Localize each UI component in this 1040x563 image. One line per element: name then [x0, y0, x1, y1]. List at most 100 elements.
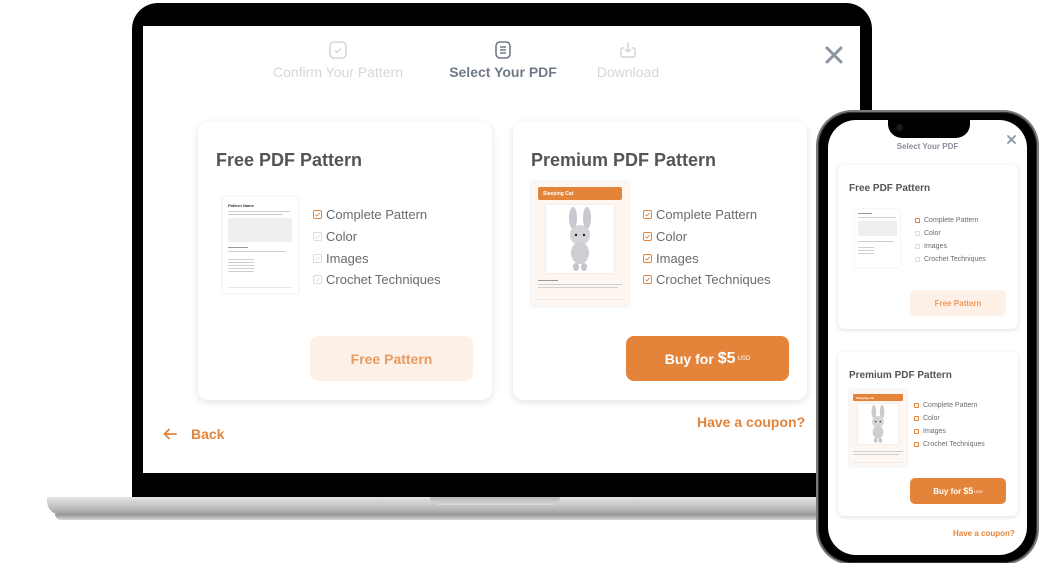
doc-line — [858, 250, 874, 251]
checkbox-checked-icon — [914, 442, 919, 447]
laptop-hinge-notch — [430, 497, 560, 505]
card-title: Free PDF Pattern — [849, 183, 931, 194]
mobile-modal: Select Your PDF Free PDF Pattern Complet… — [828, 120, 1027, 555]
feature-item: Complete Pattern — [643, 204, 771, 226]
doc-line — [228, 268, 254, 269]
checkbox-checked-icon — [915, 218, 920, 223]
step-label: Download — [596, 64, 660, 80]
checkbox-unchecked-icon — [915, 244, 920, 249]
checkbox-unchecked-icon — [915, 257, 920, 262]
coupon-link[interactable]: Have a coupon? — [697, 414, 805, 430]
thumbnail-doc-title: Pattern Name — [228, 203, 254, 208]
premium-pdf-card: Premium PDF Pattern Sleeping Cat Complet… — [513, 122, 807, 400]
feature-label: Crochet Techniques — [326, 272, 441, 288]
feature-item: Images — [643, 247, 771, 269]
checkbox-checked-icon — [914, 403, 919, 408]
coupon-link[interactable]: Have a coupon? — [953, 529, 1015, 538]
feature-label: Images — [656, 250, 699, 266]
free-pattern-button[interactable]: Free Pattern — [910, 290, 1006, 316]
back-label: Back — [191, 426, 225, 442]
currency: USD — [974, 488, 983, 494]
camera-icon — [896, 124, 903, 131]
bunny-image-icon — [871, 405, 885, 443]
checkbox-checked-icon — [643, 210, 652, 220]
checkbox-checked-icon — [643, 253, 652, 263]
doc-line — [858, 247, 874, 248]
feature-item: Crochet Techniques — [313, 269, 441, 291]
doc-line — [858, 217, 896, 218]
doc-line — [538, 284, 622, 285]
feature-item: Color — [915, 227, 986, 240]
step-download[interactable]: Download — [591, 40, 665, 82]
doc-line — [228, 262, 254, 263]
doc-line — [538, 299, 622, 300]
feature-label: Images — [924, 243, 947, 250]
phone-frame: Select Your PDF Free PDF Pattern Complet… — [818, 112, 1037, 563]
price: $5 — [963, 486, 974, 496]
arrow-left-icon — [163, 428, 177, 440]
doc-line — [853, 451, 903, 452]
price: $5 — [717, 349, 736, 367]
feature-label: Complete Pattern — [923, 402, 978, 409]
feature-item: Complete Pattern — [313, 204, 441, 226]
feature-label: Complete Pattern — [656, 207, 758, 223]
feature-list: Complete Pattern Color Images Crochet Te… — [313, 204, 441, 291]
feature-label: Color — [656, 229, 688, 245]
feature-list: Complete Pattern Color Images Crochet Te… — [914, 399, 985, 451]
buy-button[interactable]: Buy for $5 USD — [910, 478, 1006, 504]
feature-label: Complete Pattern — [326, 207, 428, 223]
document-icon — [495, 41, 511, 59]
thumbnail-doc-title: Sleeping Cat — [538, 187, 622, 200]
desktop-modal: Confirm Your Pattern Select Your PDF Dow… — [143, 26, 860, 473]
card-title: Premium PDF Pattern — [531, 150, 717, 170]
thumbnail-doc-title: Sleeping Cat — [853, 394, 903, 401]
feature-list: Complete Pattern Color Images Crochet Te… — [643, 204, 771, 291]
checkbox-checked-icon — [313, 210, 322, 220]
check-square-icon — [329, 41, 347, 59]
close-icon[interactable] — [1006, 134, 1017, 145]
phone-notch — [888, 120, 970, 138]
feature-item: Complete Pattern — [914, 399, 985, 412]
bunny-photo — [546, 205, 614, 273]
mobile-step-title: Select Your PDF — [896, 142, 959, 151]
feature-item: Crochet Techniques — [915, 253, 986, 266]
download-icon — [620, 42, 636, 58]
feature-item: Images — [915, 240, 986, 253]
mobile-free-pdf-card: Free PDF Pattern Complete Pattern Color … — [838, 165, 1018, 329]
stepper: Confirm Your Pattern Select Your PDF Dow… — [143, 40, 860, 90]
checkbox-checked-icon — [914, 416, 919, 421]
doc-block — [858, 221, 897, 236]
free-pdf-card: Free PDF Pattern Pattern Name Complete P… — [198, 122, 492, 400]
feature-item: Images — [313, 247, 441, 269]
doc-line — [538, 280, 558, 281]
back-button[interactable]: Back — [163, 426, 224, 442]
feature-label: Color — [326, 229, 358, 245]
step-label: Select Your PDF — [449, 64, 557, 80]
checkbox-unchecked-icon — [313, 253, 322, 263]
checkbox-checked-icon — [643, 232, 652, 242]
checkbox-unchecked-icon — [313, 275, 322, 285]
close-icon[interactable] — [823, 44, 845, 66]
buy-button[interactable]: Buy for $5 USD — [626, 336, 789, 381]
card-title: Free PDF Pattern — [216, 150, 363, 170]
doc-line — [858, 213, 872, 214]
feature-label: Crochet Techniques — [923, 441, 985, 448]
laptop-base-lip — [55, 514, 870, 520]
feature-item: Color — [643, 226, 771, 248]
free-pattern-button[interactable]: Free Pattern — [310, 336, 473, 381]
doc-line — [228, 271, 254, 272]
feature-label: Crochet Techniques — [656, 272, 771, 288]
doc-line — [228, 287, 292, 288]
step-confirm-pattern[interactable]: Confirm Your Pattern — [267, 40, 409, 82]
doc-line — [228, 214, 283, 215]
card-title: Premium PDF Pattern — [849, 370, 952, 381]
feature-item: Color — [313, 226, 441, 248]
doc-line — [228, 247, 248, 248]
doc-line — [858, 241, 894, 242]
doc-line — [228, 251, 286, 252]
free-pdf-thumbnail — [855, 209, 900, 267]
premium-pdf-thumbnail: Sleeping Cat — [849, 390, 907, 466]
feature-label: Images — [923, 428, 946, 435]
step-select-pdf[interactable]: Select Your PDF — [445, 40, 561, 82]
bunny-image-icon — [569, 207, 591, 271]
